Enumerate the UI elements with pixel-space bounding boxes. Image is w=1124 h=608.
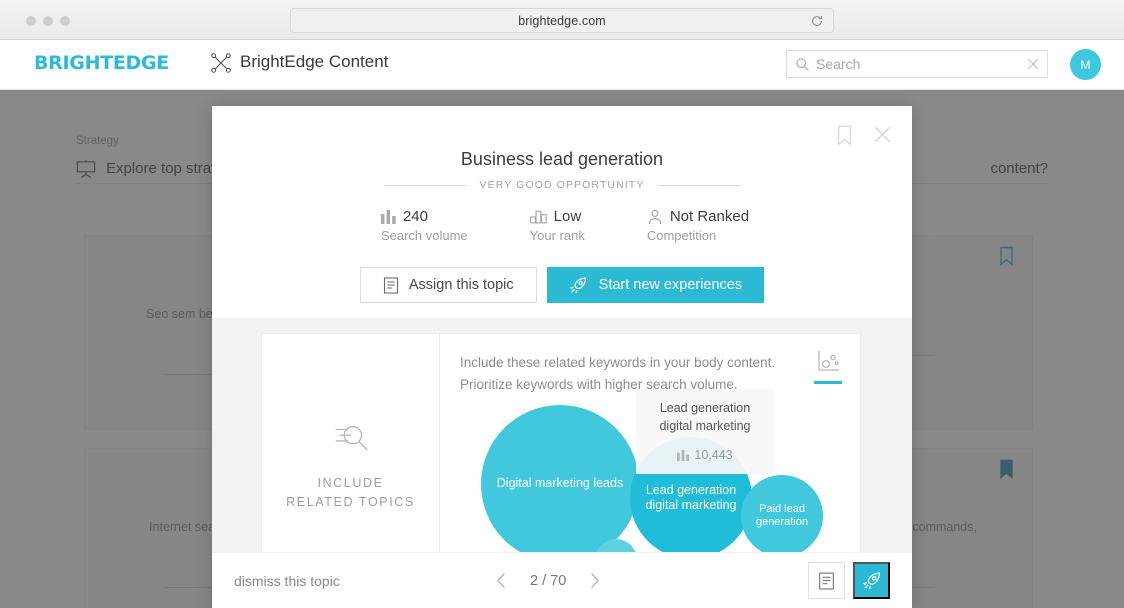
url-text: brightedge.com (518, 13, 606, 28)
include-related-topics-label: INCLUDE RELATED TOPICS (286, 474, 415, 513)
chevron-right-icon[interactable] (588, 572, 601, 589)
minimize-window-button[interactable] (43, 16, 53, 26)
modal-footer: dismiss this topic 2 / 70 (212, 552, 912, 608)
address-bar[interactable]: brightedge.com (290, 8, 834, 33)
bubble-chart-icon[interactable] (814, 349, 842, 384)
search-box[interactable] (786, 50, 1048, 78)
clipboard-icon (383, 276, 399, 294)
view-toggle-group (814, 349, 860, 384)
start-new-experiences-button[interactable]: Start new experiences (546, 267, 765, 303)
pagination: 2 / 70 (495, 572, 601, 589)
browser-chrome: brightedge.com (0, 0, 1124, 40)
label-line-1: INCLUDE (317, 475, 384, 490)
stat-label: Competition (646, 228, 717, 243)
tooltip-title: Lead generation digital marketing (646, 400, 764, 436)
bar-chart-icon (380, 209, 396, 224)
stat-value: Low (529, 208, 585, 225)
topic-detail-modal: Business lead generation VERY GOOD OPPOR… (212, 106, 912, 608)
modal-stats: 240 Search volume Low Your rank Not Rank… (212, 208, 912, 243)
bubble-paid-lead-generation[interactable]: Paid lead generation (741, 475, 823, 557)
related-keywords-card: INCLUDE RELATED TOPICS Include these rel… (261, 333, 861, 563)
rank-icon (529, 210, 547, 224)
rocket-button[interactable] (853, 562, 890, 599)
stat-value: Not Ranked (647, 208, 749, 225)
rule-line (383, 184, 466, 186)
bubble-label: Paid lead generation (756, 502, 808, 528)
search-input[interactable] (816, 51, 1016, 77)
dismiss-topic-link[interactable]: dismiss this topic (234, 573, 340, 589)
chevron-left-icon[interactable] (495, 572, 508, 589)
instruction-line-1: Include these related keywords in your b… (460, 355, 776, 370)
clear-search-icon[interactable] (1026, 57, 1040, 71)
start-new-experiences-label: Start new experiences (598, 277, 743, 293)
tooltip-volume-value: 10,443 (694, 447, 733, 462)
modal-header: Business lead generation VERY GOOD OPPOR… (212, 106, 912, 318)
app-title: BrightEdge Content (240, 52, 389, 71)
page-indicator: 2 / 70 (530, 572, 567, 589)
search-icon (795, 57, 810, 72)
stat-number: 240 (402, 208, 428, 225)
rule-line (658, 184, 741, 186)
user-avatar[interactable]: M (1070, 49, 1101, 80)
assign-topic-button[interactable]: Assign this topic (359, 267, 537, 303)
stat-value: 240 (380, 208, 468, 225)
rocket-icon (569, 276, 588, 295)
modal-actions: Assign this topic Start new experiences (212, 267, 912, 303)
close-icon[interactable] (873, 125, 892, 144)
bubble-label: Digital marketing leads (496, 476, 624, 491)
stat-search-volume: 240 Search volume (380, 208, 468, 243)
modal-title: Business lead generation (460, 149, 664, 169)
close-window-button[interactable] (26, 16, 36, 26)
clipboard-icon (818, 571, 835, 590)
window-traffic-lights[interactable] (26, 16, 70, 26)
brightedge-logo[interactable]: BRIGHTEDGE (34, 52, 169, 74)
clipboard-button[interactable] (808, 562, 845, 599)
tooltip-volume: 10,443 (646, 448, 764, 462)
stat-label: Your rank (529, 228, 585, 243)
bar-chart-icon (677, 449, 690, 461)
stat-number: Not Ranked (669, 208, 750, 225)
zoom-window-button[interactable] (60, 16, 70, 26)
network-nodes-icon (210, 52, 232, 74)
stat-your-rank: Low Your rank (530, 208, 585, 243)
bubble-tooltip: Lead generation digital marketing 10,443 (636, 389, 774, 474)
keywords-section: INCLUDE RELATED TOPICS Include these rel… (212, 318, 912, 563)
stat-competition: Not Ranked Competition (647, 208, 749, 243)
person-icon (647, 209, 663, 225)
bubble-label: Lead generation digital marketing (645, 482, 737, 512)
reload-icon[interactable] (810, 14, 824, 28)
stat-label: Search volume (380, 228, 468, 243)
label-line-2: RELATED TOPICS (286, 495, 415, 509)
bubble-chart: Digital marketing leads Lead generation … (440, 389, 860, 562)
opportunity-text: VERY GOOD OPPORTUNITY (479, 179, 645, 191)
assign-topic-label: Assign this topic (408, 277, 514, 293)
include-related-topics-panel: INCLUDE RELATED TOPICS (262, 334, 440, 562)
opportunity-rating: VERY GOOD OPPORTUNITY (212, 179, 912, 191)
magnifier-lines-icon (330, 418, 372, 458)
tooltip-line-1: Lead generation (659, 401, 751, 415)
tooltip-line-2: digital marketing (659, 418, 751, 433)
screen: brightedge.com BRIGHTEDGE BrightEdge Con… (0, 0, 1124, 608)
stat-number: Low (553, 208, 582, 225)
rocket-icon (862, 571, 882, 591)
footer-actions (808, 562, 890, 599)
bookmark-icon[interactable] (837, 125, 852, 146)
